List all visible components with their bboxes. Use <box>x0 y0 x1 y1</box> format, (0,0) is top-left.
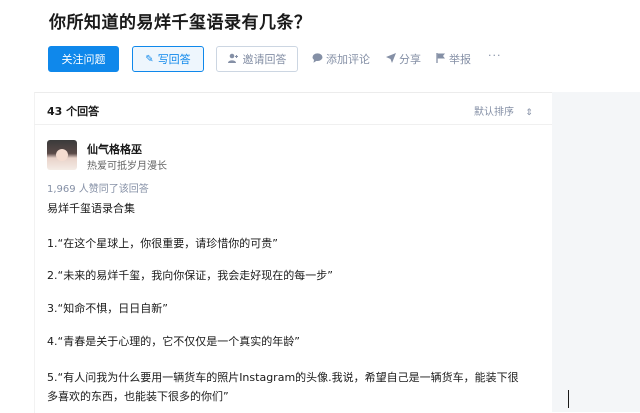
answer-paragraph: 3.“知命不惧，日日自新” <box>47 302 168 315</box>
paper-plane-icon <box>386 52 396 66</box>
author-avatar[interactable] <box>47 140 77 170</box>
report-label: 举报 <box>449 53 471 66</box>
report-link[interactable]: 举报 <box>436 51 471 67</box>
follow-question-label: 关注问题 <box>61 53 106 66</box>
side-background <box>552 92 640 412</box>
more-options-button[interactable]: ··· <box>488 49 502 62</box>
add-comment-link[interactable]: 添加评论 <box>312 51 370 67</box>
flag-icon <box>436 52 446 66</box>
question-title: 你所知道的易烊千玺语录有几条？ <box>49 13 312 33</box>
author-bio: 热爱可抵岁月漫长 <box>87 161 167 172</box>
comment-bubble-icon <box>312 52 323 66</box>
answer-paragraph: 5.“有人问我为什么要用一辆货车的照片Instagram的头像.我说，希望自己是… <box>47 371 519 384</box>
write-answer-button[interactable]: ✎ 写回答 <box>132 46 204 72</box>
answer-paragraph: 4.“青春是关于心理的，它不仅仅是一个真实的年龄” <box>47 335 300 348</box>
answer-paragraph: 2.“未来的易烊千玺，我向你保证，我会走好现在的每一步” <box>47 269 333 282</box>
write-answer-label: 写回答 <box>157 53 191 66</box>
answer-paragraph: 1.“在这个星球上，你很重要，请珍惜你的可贵” <box>47 237 278 250</box>
add-user-icon <box>227 53 239 66</box>
share-link[interactable]: 分享 <box>386 51 421 67</box>
answer-count: 43 个回答 <box>47 105 100 118</box>
divider <box>34 124 552 125</box>
text-cursor <box>568 390 569 408</box>
vote-count[interactable]: 1,969 人赞同了该回答 <box>47 180 149 195</box>
follow-question-button[interactable]: 关注问题 <box>48 46 119 72</box>
sort-toggle-icon: ⇕ <box>525 108 533 118</box>
share-label: 分享 <box>399 53 421 66</box>
invite-answer-button[interactable]: 邀请回答 <box>216 46 298 72</box>
sort-label: 默认排序 <box>474 107 514 118</box>
answer-paragraph-continued: 多喜欢的东西，也能装下很多的你们” <box>47 390 229 403</box>
invite-answer-label: 邀请回答 <box>242 53 287 66</box>
author-name[interactable]: 仙气格格巫 <box>87 141 142 157</box>
pencil-icon: ✎ <box>145 53 154 65</box>
sort-dropdown[interactable]: 默认排序 ⇕ <box>474 103 533 118</box>
add-comment-label: 添加评论 <box>326 53 370 66</box>
answer-heading: 易烊千玺语录合集 <box>47 202 135 215</box>
